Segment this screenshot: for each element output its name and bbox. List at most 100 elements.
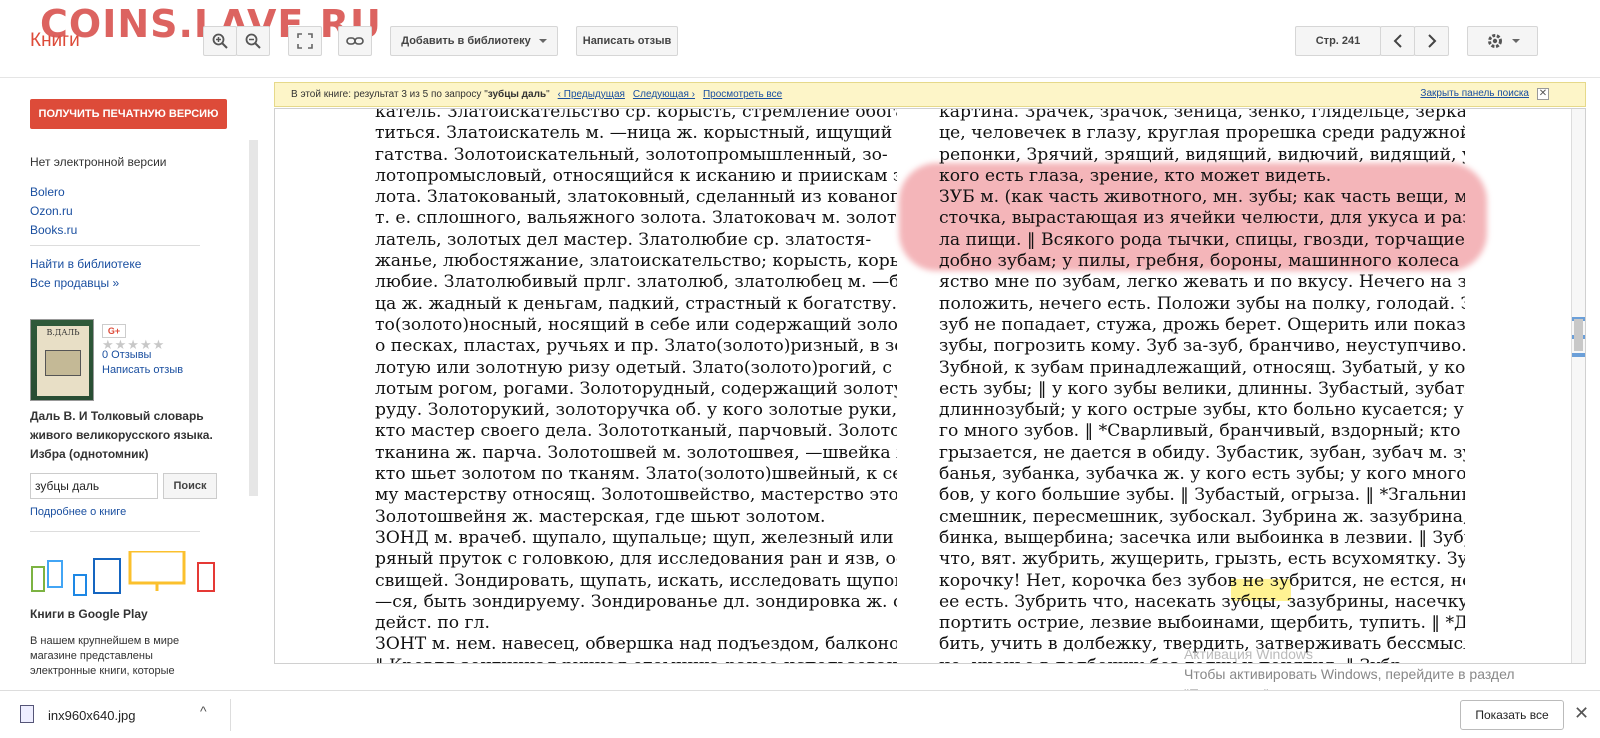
link-button[interactable]	[338, 26, 372, 56]
text-line: ЗОНД м. врачеб. щупало, щупальце; щуп, ж…	[375, 527, 897, 548]
get-print-version-button[interactable]: ПОЛУЧИТЬ ПЕЧАТНУЮ ВЕРСИЮ	[30, 99, 227, 129]
chevron-down-icon	[538, 39, 547, 43]
results-prefix: В этой книге: результат 3 из 5 по запрос…	[291, 89, 488, 100]
text-line: лотопромысловый, относящийся к исканию и…	[375, 165, 897, 186]
book-cover-thumbnail[interactable]: В.ДАЛЬ	[30, 319, 94, 401]
book-title-line: Избра (однотомник)	[30, 447, 149, 461]
text-line: Золотошвейня ж. мастерская, где шьют зол…	[375, 506, 826, 527]
text-line: то(золото)носный, носящий в себе или сод…	[375, 314, 897, 335]
seller-link-bolero[interactable]: Bolero	[30, 185, 65, 199]
text-line: ЗОНТ м. нем. навесец, обвершка над подъе…	[375, 634, 897, 655]
page-number-button[interactable]: Стр. 241	[1295, 26, 1381, 56]
text-line: банья, зубанка, зубачка ж. у кого есть з…	[939, 464, 1465, 485]
book-title: Даль В. И Толковый словарь живого велико…	[30, 407, 213, 464]
write-review-link[interactable]: Написать отзыв	[102, 364, 183, 376]
book-page-viewer[interactable]: катель. Златоискательство ср. корысть, с…	[274, 108, 1586, 664]
text-line: картина. Зрачек, зрачок, зеница, зенко, …	[939, 108, 1465, 122]
cover-label: В.ДАЛЬ	[37, 326, 89, 396]
no-ebook-text: Нет электронной версии	[30, 155, 167, 169]
text-line: любие. Златолюбивый прлг. златолюб, злат…	[375, 272, 897, 293]
seller-link-ozon[interactable]: Ozon.ru	[30, 204, 73, 218]
text-line: ее есть. Зубрить что, насекать зубцы, за…	[939, 591, 1465, 612]
text-line: го много зубов. ‖ *Сварливый, бранчивый,…	[939, 421, 1465, 442]
text-line: ца ж. жадный к деньгам, падкий, страстны…	[375, 293, 897, 314]
sidebar-scrollbar[interactable]	[249, 140, 258, 496]
all-sellers-link[interactable]: Все продавцы »	[30, 276, 119, 290]
text-line: положить, нечего есть. Положи зубы на по…	[939, 293, 1465, 314]
left-sidebar: ПОЛУЧИТЬ ПЕЧАТНУЮ ВЕРСИЮ Нет электронной…	[0, 79, 262, 689]
google-play-description: В нашем крупнейшем в мире магазине предс…	[30, 634, 179, 679]
reviews-count-link[interactable]: 0 Отзывы	[102, 349, 151, 361]
add-to-library-button[interactable]: Добавить в библиотеку	[390, 26, 558, 56]
book-title-line: живого великорусского языка.	[30, 428, 213, 442]
text-line: тканина ж. парча. Золотошвей м. золотошв…	[375, 442, 897, 463]
zoom-in-button[interactable]	[203, 26, 237, 56]
chevron-right-icon	[1427, 34, 1436, 48]
text-line: му мастерству относящ. Золотошвейство, м…	[375, 485, 897, 506]
text-line: титься. Златоискатель м. —ница ж. корыст…	[375, 123, 897, 144]
text-line: —ся, быть зондируему. Зондированье дл. з…	[375, 591, 897, 612]
seller-link-books[interactable]: Books.ru	[30, 223, 77, 237]
text-line: о песках, пластах, ручьях и пр. Злато(зо…	[375, 336, 897, 357]
text-line: гатства. Золотоискательный, золотопромыш…	[375, 144, 888, 165]
text-line: добно зубам; у пилы, гребня, бороны, маш…	[939, 251, 1465, 272]
chevron-up-icon[interactable]: ^	[200, 703, 207, 719]
add-to-library-label: Добавить в библиотеку	[401, 35, 531, 47]
next-page-button[interactable]	[1414, 26, 1449, 56]
text-line: дейст. по гл.	[375, 613, 490, 634]
devices-illustration-icon	[31, 551, 215, 596]
text-line: портить острие, лезвие выбоинами, щербит…	[939, 613, 1465, 634]
settings-button[interactable]	[1467, 26, 1538, 56]
cover-illustration	[45, 350, 81, 376]
page-column-left: катель. Златоискательство ср. корысть, с…	[375, 109, 897, 663]
text-line: ла пищи. ‖ Всякого рода тычки, спицы, гв…	[939, 229, 1465, 250]
scrollbar-thumb[interactable]	[1574, 319, 1583, 351]
zoom-out-button[interactable]	[236, 26, 270, 56]
text-line: латель, золотых дел мастер. Златолюбие с…	[375, 229, 872, 250]
write-review-button[interactable]: Написать отзыв	[576, 26, 678, 56]
text-line: т. е. сплошного, вальяжного золота. Злат…	[375, 208, 897, 229]
text-line: кто шьет золотом по тканям. Злато(золото…	[375, 464, 897, 485]
view-all-results-link[interactable]: Просмотреть все	[703, 89, 782, 100]
divider	[30, 531, 200, 532]
previous-result-link[interactable]: ‹ Предыдущая	[558, 89, 625, 100]
prev-page-button[interactable]	[1380, 26, 1415, 56]
search-results-bar: В этой книге: результат 3 из 5 по запрос…	[274, 82, 1586, 107]
more-about-book-link[interactable]: Подробнее о книге	[30, 506, 126, 518]
text-line: ЗУБ м. (как часть животного, мн. зубы; к…	[939, 187, 1465, 208]
gear-icon	[1487, 34, 1502, 48]
fullscreen-button[interactable]	[288, 26, 322, 56]
activation-text: Чтобы активировать Windows, перейдите в …	[1184, 666, 1515, 682]
in-book-search-button[interactable]: Поиск	[163, 473, 217, 499]
text-line: яство мне по зубам, легко жевать и по вк…	[939, 272, 1465, 293]
download-file-name[interactable]: inx960x640.jpg	[48, 708, 135, 723]
text-line: грызается, не дается в обиду. Зубастик, …	[939, 442, 1465, 463]
divider	[30, 245, 200, 246]
text-line: жанье, любостяжание, златоискательство; …	[375, 251, 897, 272]
text-line: длиннозубый; у кого острые зубы, кто бол…	[939, 400, 1465, 421]
zoom-in-icon	[212, 33, 228, 49]
text-line: ряный пруток с головкою, для исследовани…	[375, 549, 897, 570]
page-column-right: картина. Зрачек, зрачок, зеница, зенко, …	[939, 108, 1465, 663]
divider	[230, 699, 231, 731]
google-plus-button[interactable]: G+	[102, 324, 126, 338]
show-all-downloads-button[interactable]: Показать все	[1460, 700, 1564, 730]
chevron-left-icon	[1393, 34, 1402, 48]
close-icon[interactable]: ✕	[1537, 88, 1549, 100]
fullscreen-icon	[297, 33, 313, 49]
find-in-library-link[interactable]: Найти в библиотеке	[30, 257, 141, 271]
text-line: руду. Золоторукий, золоторучка об. у ког…	[375, 400, 897, 421]
in-book-search-input[interactable]	[30, 473, 158, 499]
text-line: кого есть глаза, зрение, кто может видет…	[939, 165, 1332, 186]
close-icon[interactable]: ✕	[1574, 703, 1589, 724]
description-line: магазине представлены	[30, 650, 153, 662]
top-toolbar: Книги COINS.LAVE.RU Добавить в библиотек…	[0, 0, 1600, 78]
text-line: есть зубы; ‖ у кого зубы велики, длинны.…	[939, 378, 1465, 399]
chevron-down-icon	[1511, 39, 1520, 43]
viewer-scrollbar[interactable]	[1571, 109, 1585, 663]
activation-title: Активация Windows	[1184, 646, 1314, 662]
close-search-panel-link[interactable]: Закрыть панель поиска	[1420, 88, 1529, 99]
next-result-link[interactable]: Следующая ›	[633, 89, 695, 100]
search-hit-marker[interactable]	[1572, 353, 1585, 357]
text-line: сточка, вырастающая из ячейки челюсти, д…	[939, 208, 1465, 229]
